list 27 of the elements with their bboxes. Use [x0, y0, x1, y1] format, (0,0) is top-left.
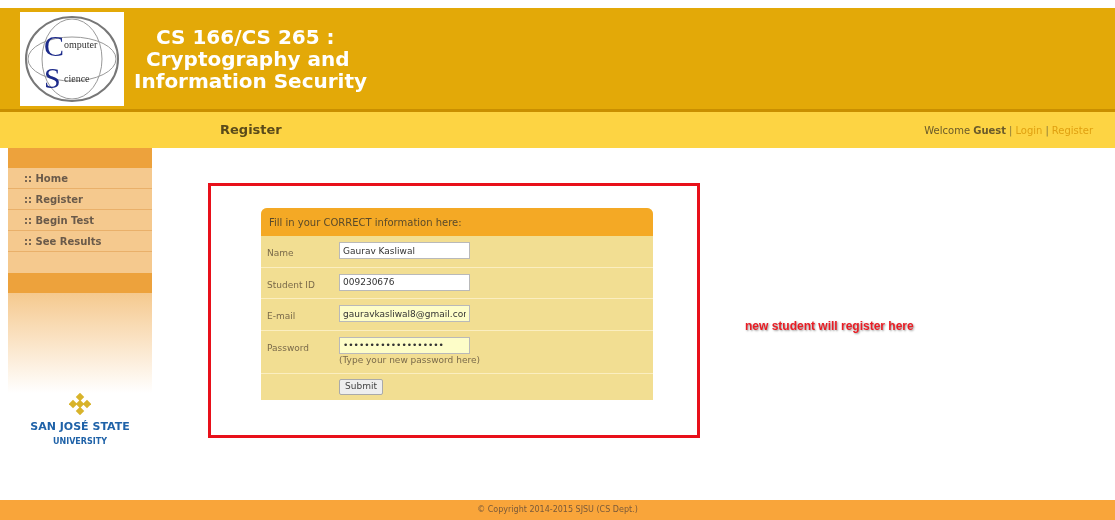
field-label: Password [267, 341, 311, 355]
text-field[interactable]: ••••••••••••••••••• [339, 336, 470, 354]
sidebar-item[interactable]: :: See Results [8, 231, 152, 252]
text-field[interactable]: gauravkasliwal8@gmail.cor [339, 305, 470, 322]
site-title: CS 166/CS 265 : [155, 25, 336, 48]
separator: | [1009, 123, 1013, 138]
sidebar-item[interactable]: :: Register [8, 189, 152, 210]
page-title: Register [220, 121, 282, 140]
separator: | [1045, 123, 1049, 138]
field-label: Name [267, 247, 295, 260]
site-title: Cryptography and [145, 47, 351, 70]
sidebar-item[interactable]: :: Begin Test [8, 210, 152, 231]
field-label: E-mail [267, 310, 297, 323]
university-subtitle: UNIVERSITY [53, 435, 107, 448]
university-logo-icon [69, 393, 91, 415]
sidebar-item[interactable]: :: Home [8, 168, 152, 189]
text-field[interactable]: 009230676 [339, 273, 470, 291]
university-name: SAN JOSÉ STATE [30, 419, 130, 435]
text-field[interactable]: Gaurav Kasliwal [339, 242, 470, 259]
submit-button[interactable]: Submit [339, 379, 383, 395]
site-title: Information Security [134, 69, 368, 92]
form-heading: Fill in your CORRECT information here: [261, 208, 653, 236]
welcome-text: Welcome Guest [924, 123, 1007, 138]
field-label: Student ID [267, 278, 316, 292]
annotation-text: new student will register here [745, 318, 914, 335]
footer: © Copyright 2014-2015 SJSU (CS Dept.) [0, 500, 1115, 520]
field-hint: (Type your new password here) [339, 353, 480, 367]
